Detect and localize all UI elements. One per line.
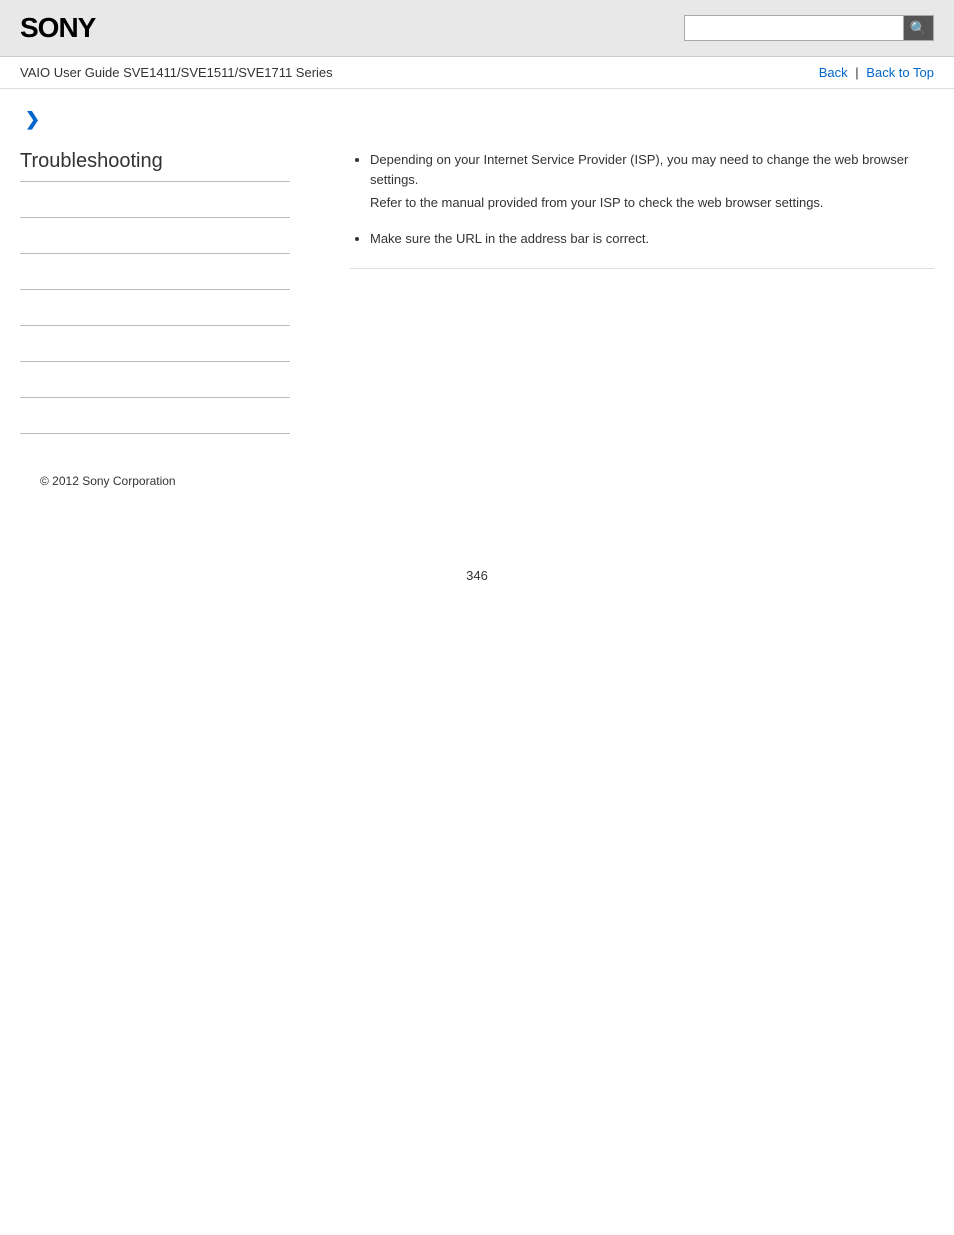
sidebar-item	[20, 398, 290, 434]
nav-separator: |	[855, 65, 862, 80]
bullet1-main-text: Depending on your Internet Service Provi…	[370, 152, 908, 187]
sidebar-item	[20, 218, 290, 254]
content: ❯ Troubleshooting Depending on your Inte…	[0, 89, 954, 508]
nav-links: Back | Back to Top	[819, 65, 934, 80]
copyright-text: © 2012 Sony Corporation	[40, 474, 176, 488]
chevron-icon: ❯	[25, 109, 934, 130]
sony-logo: SONY	[20, 12, 95, 44]
sidebar-item	[20, 290, 290, 326]
search-icon: 🔍	[910, 20, 927, 37]
content-list: Depending on your Internet Service Provi…	[350, 150, 934, 248]
bullet1-sub-text: Refer to the manual provided from your I…	[370, 193, 934, 213]
sidebar-item	[20, 254, 290, 290]
search-input[interactable]	[684, 15, 904, 41]
main-layout: Troubleshooting Depending on your Intern…	[20, 150, 934, 434]
back-to-top-link[interactable]: Back to Top	[866, 65, 934, 80]
list-item-1: Depending on your Internet Service Provi…	[370, 150, 934, 213]
main-content: Depending on your Internet Service Provi…	[320, 150, 934, 434]
guide-title: VAIO User Guide SVE1411/SVE1511/SVE1711 …	[20, 65, 333, 80]
list-item-2: Make sure the URL in the address bar is …	[370, 229, 934, 249]
footer: © 2012 Sony Corporation	[20, 474, 934, 488]
sidebar-item	[20, 182, 290, 218]
back-link[interactable]: Back	[819, 65, 848, 80]
sidebar: Troubleshooting	[20, 150, 320, 434]
search-button[interactable]: 🔍	[904, 15, 934, 41]
nav-bar: VAIO User Guide SVE1411/SVE1511/SVE1711 …	[0, 57, 954, 89]
sidebar-item	[20, 362, 290, 398]
sidebar-item	[20, 326, 290, 362]
content-divider	[350, 268, 934, 269]
page-number: 346	[0, 568, 954, 583]
sidebar-title: Troubleshooting	[20, 150, 290, 182]
header: SONY 🔍	[0, 0, 954, 57]
search-area: 🔍	[684, 15, 934, 41]
